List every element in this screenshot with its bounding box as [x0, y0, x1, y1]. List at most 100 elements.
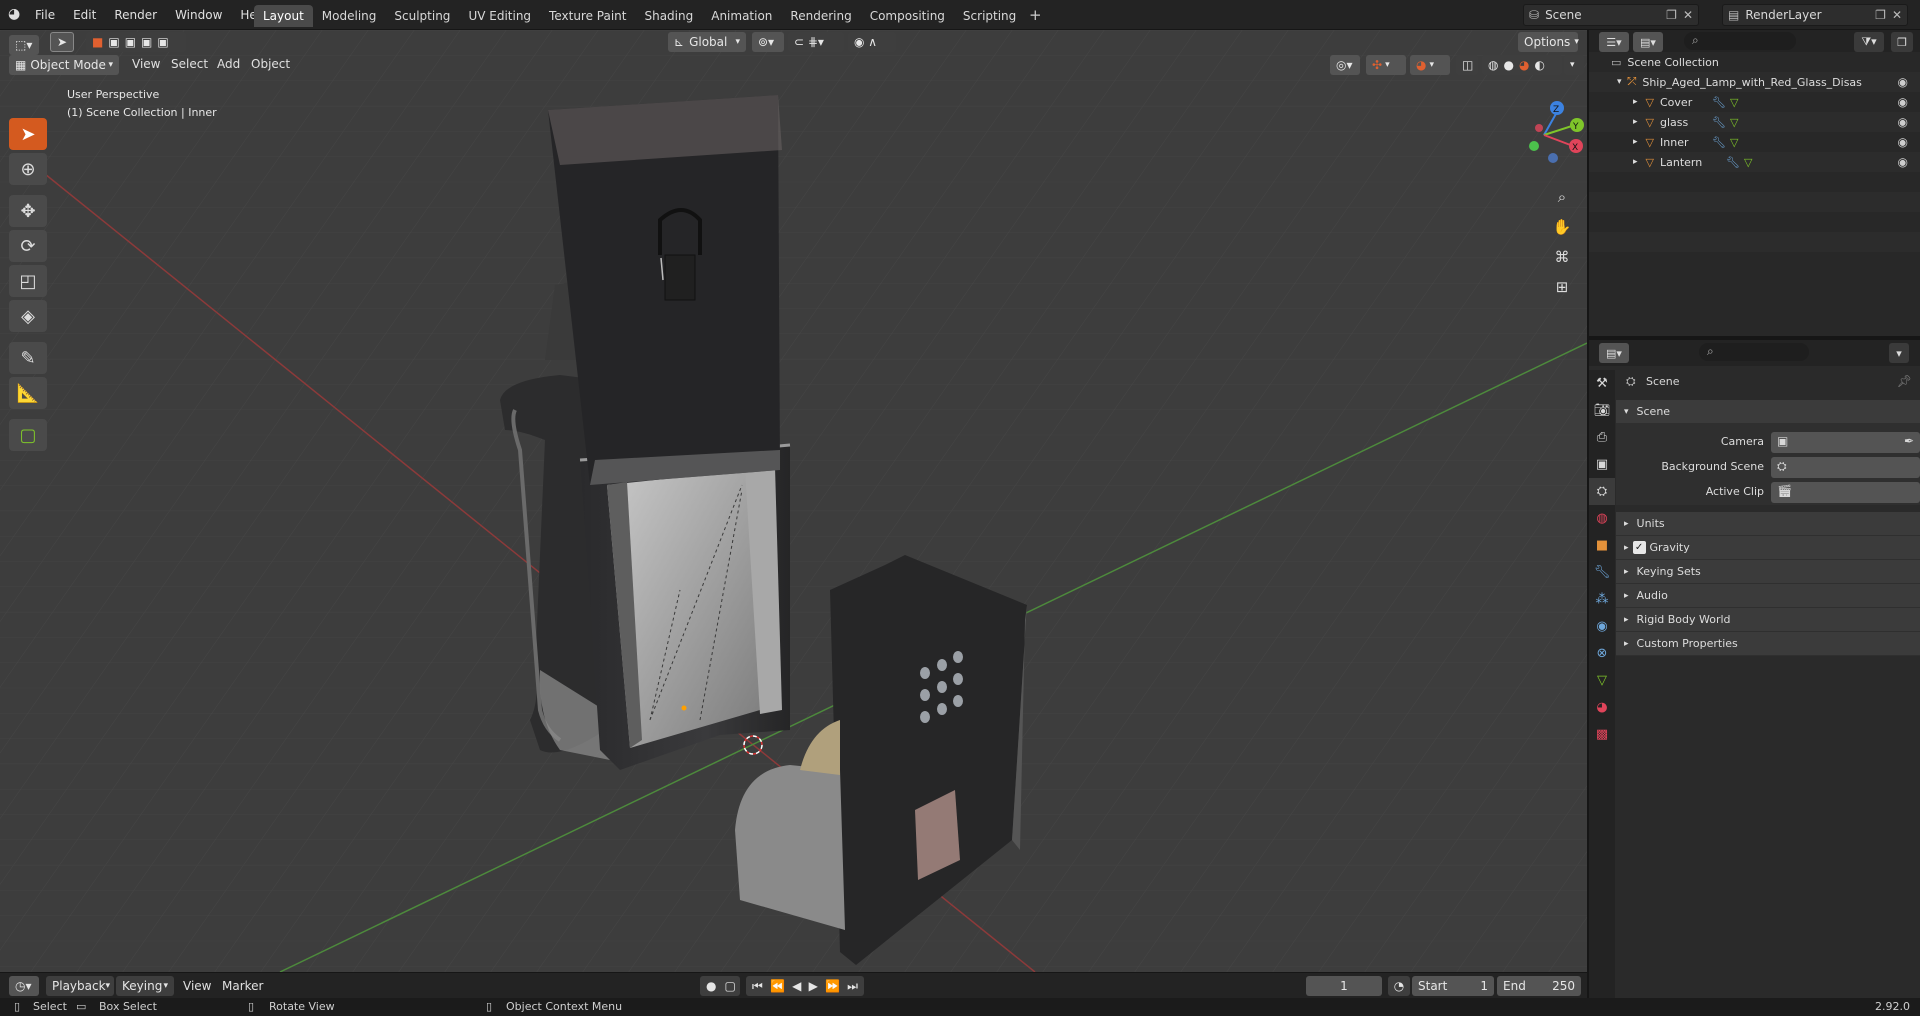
- next-keyframe-icon[interactable]: ⏩: [825, 979, 840, 993]
- close-icon[interactable]: ✕: [1892, 8, 1902, 22]
- new-scene-icon[interactable]: ❐: [1666, 8, 1677, 22]
- render-layer-name[interactable]: RenderLayer: [1745, 8, 1875, 22]
- add-cube-tool[interactable]: ▢: [9, 419, 47, 451]
- section-gravity[interactable]: ▸ ✓ Gravity: [1616, 536, 1920, 560]
- xray-toggle[interactable]: ◫: [1456, 55, 1478, 75]
- section-rigid-body-world[interactable]: ▸ Rigid Body World: [1616, 608, 1920, 632]
- tab-sculpting[interactable]: Sculpting: [385, 5, 459, 27]
- gravity-checkbox[interactable]: ✓: [1632, 541, 1646, 554]
- tab-compositing[interactable]: Compositing: [861, 5, 954, 27]
- constraints-tab-icon[interactable]: ⊗: [1589, 640, 1615, 667]
- jump-start-icon[interactable]: ⏮: [752, 979, 763, 994]
- timeline-editor-button[interactable]: ◷▾: [9, 976, 39, 996]
- zoom-icon[interactable]: ⌕: [1548, 183, 1576, 211]
- add-workspace-button[interactable]: +: [1025, 5, 1045, 27]
- outliner-item-lantern[interactable]: ▸ ▽ Lantern 🔧︎ ▽ ◉: [1589, 152, 1920, 172]
- viewport-menu-view[interactable]: View: [132, 57, 160, 71]
- properties-search-input[interactable]: ⌕: [1699, 343, 1809, 361]
- proportional-edit-toggle[interactable]: ◉ ∧: [848, 32, 896, 52]
- stopwatch-icon[interactable]: ◔: [1388, 976, 1410, 996]
- section-keying-sets[interactable]: ▸ Keying Sets: [1616, 560, 1920, 584]
- auto-key-icon[interactable]: ▢: [724, 979, 735, 993]
- background-scene-field[interactable]: ⛭: [1771, 457, 1920, 478]
- transform-tool[interactable]: ◈: [9, 300, 47, 332]
- current-frame-field[interactable]: 1: [1306, 976, 1382, 996]
- tab-texture-paint[interactable]: Texture Paint: [540, 5, 635, 27]
- outliner-collection[interactable]: ▾ ⤱ Ship_Aged_Lamp_with_Red_Glass_Disass…: [1589, 72, 1920, 92]
- section-units[interactable]: ▸ Units: [1616, 512, 1920, 536]
- render-layer-selector[interactable]: ▤ RenderLayer ❐ ✕: [1722, 4, 1908, 26]
- texture-tab-icon[interactable]: ▩: [1589, 721, 1615, 748]
- transform-orientation-dropdown[interactable]: ⊾ Global ▾: [668, 32, 746, 52]
- 3d-viewport[interactable]: ⬚▾ ➤ ■ ▣ ▣ ▣ ▣ ▦ Object Mode ▾ View Sele…: [0, 30, 1587, 972]
- rendered-shading-icon[interactable]: ◐: [1534, 58, 1544, 72]
- menu-render[interactable]: Render: [105, 8, 166, 22]
- section-custom-properties[interactable]: ▸ Custom Properties: [1616, 632, 1920, 656]
- gizmo-toggle[interactable]: ✣ ▾: [1366, 55, 1406, 75]
- select-tool-icon[interactable]: ➤: [50, 32, 74, 52]
- selection-mode-group[interactable]: ■ ▣ ▣ ▣ ▣: [86, 32, 186, 52]
- timeline-menu-marker[interactable]: Marker: [222, 979, 263, 993]
- menu-window[interactable]: Window: [166, 8, 231, 22]
- view-layer-tab-icon[interactable]: ▣: [1589, 451, 1615, 478]
- camera-field[interactable]: ▣ ✒: [1771, 432, 1920, 453]
- physics-tab-icon[interactable]: ◉: [1589, 613, 1615, 640]
- prev-keyframe-icon[interactable]: ⏪: [770, 979, 785, 993]
- tab-modeling[interactable]: Modeling: [313, 5, 386, 27]
- options-dropdown[interactable]: Options ▾: [1518, 32, 1579, 52]
- object-tab-icon[interactable]: ■: [1589, 532, 1615, 559]
- editor-type-button[interactable]: ⬚▾: [9, 35, 39, 55]
- solid-shading-icon[interactable]: ●: [1503, 58, 1513, 72]
- object-mode-dropdown[interactable]: ▦ Object Mode ▾: [9, 55, 119, 75]
- tool-tab-icon[interactable]: ⚒: [1589, 370, 1615, 397]
- material-shading-icon[interactable]: ◕: [1519, 58, 1529, 72]
- snap-toggle[interactable]: ⊂ ⋕▾: [788, 32, 844, 52]
- new-layer-icon[interactable]: ❐: [1875, 8, 1886, 22]
- scene-selector[interactable]: ⛁ Scene ❐ ✕: [1523, 4, 1699, 26]
- section-audio[interactable]: ▸ Audio: [1616, 584, 1920, 608]
- tab-rendering[interactable]: Rendering: [781, 5, 860, 27]
- move-tool[interactable]: ✥: [9, 195, 47, 227]
- expand-arrow-icon[interactable]: ▸: [1633, 117, 1638, 127]
- data-tab-icon[interactable]: ▽: [1589, 667, 1615, 694]
- expand-arrow-icon[interactable]: ▸: [1633, 157, 1638, 167]
- rotate-tool[interactable]: ⟳: [9, 230, 47, 262]
- mode-subtract-icon[interactable]: ▣: [125, 35, 136, 49]
- collapse-arrow-icon[interactable]: ▾: [1617, 77, 1622, 87]
- output-tab-icon[interactable]: ⎙: [1589, 424, 1615, 451]
- visibility-dropdown[interactable]: ◎▾: [1330, 55, 1360, 75]
- play-reverse-icon[interactable]: ◀: [792, 979, 801, 993]
- shading-options-dropdown[interactable]: ▾: [1564, 55, 1584, 75]
- active-clip-field[interactable]: 🎬︎: [1771, 482, 1920, 503]
- scene-panel-header[interactable]: ▾ Scene: [1616, 400, 1920, 424]
- gizmo-neg-y[interactable]: [1529, 141, 1539, 151]
- scene-name[interactable]: Scene: [1545, 8, 1666, 22]
- new-collection-button[interactable]: ❐: [1891, 32, 1913, 52]
- expand-arrow-icon[interactable]: ▸: [1633, 97, 1638, 107]
- outliner[interactable]: ☰▾ ▤▾ ⌕ ⧩▾ ❐ ▭ Scene Collection ▾ ⤱ Ship…: [1589, 30, 1920, 336]
- end-frame-field[interactable]: End 250: [1497, 976, 1581, 996]
- blender-logo-icon[interactable]: ◕: [8, 6, 20, 22]
- viewport-menu-add[interactable]: Add: [217, 57, 240, 71]
- pin-icon[interactable]: 📌︎: [1897, 374, 1912, 388]
- world-tab-icon[interactable]: ◍: [1589, 505, 1615, 532]
- mode-extend-icon[interactable]: ▣: [108, 35, 119, 49]
- filter-button[interactable]: ⧩▾: [1854, 32, 1884, 52]
- tab-scripting[interactable]: Scripting: [954, 5, 1025, 27]
- select-box-tool[interactable]: ➤: [9, 118, 47, 150]
- area-divider[interactable]: [1589, 336, 1920, 340]
- display-mode-button[interactable]: ▤▾: [1633, 32, 1663, 52]
- eye-icon[interactable]: ◉: [1898, 135, 1908, 149]
- record-group[interactable]: ● ▢: [700, 976, 740, 996]
- gizmo-neg-x[interactable]: [1535, 124, 1543, 132]
- menu-file[interactable]: File: [26, 8, 64, 22]
- timeline-menu-view[interactable]: View: [183, 979, 211, 993]
- eye-icon[interactable]: ◉: [1898, 75, 1908, 89]
- viewport-menu-object[interactable]: Object: [251, 57, 290, 71]
- start-frame-field[interactable]: Start 1: [1412, 976, 1494, 996]
- close-icon[interactable]: ✕: [1683, 8, 1693, 22]
- outliner-editor-button[interactable]: ☰▾: [1599, 32, 1629, 52]
- tab-uv-editing[interactable]: UV Editing: [459, 5, 540, 27]
- jump-end-icon[interactable]: ⏭: [847, 979, 858, 994]
- overlays-toggle[interactable]: ◕ ▾: [1410, 55, 1450, 75]
